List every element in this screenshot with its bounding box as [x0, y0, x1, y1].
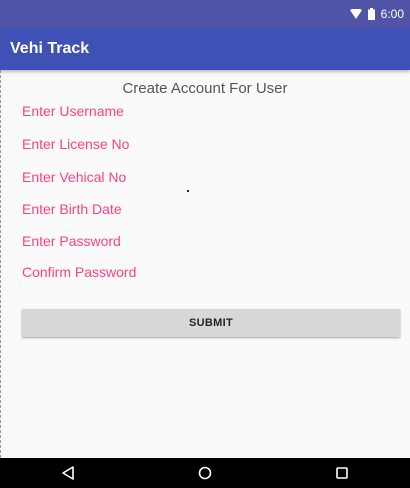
app-screen: 6:00 Vehi Track Create Account For User …: [0, 0, 410, 488]
recents-button[interactable]: [327, 458, 357, 488]
license-number-input[interactable]: [22, 134, 382, 154]
recents-icon: [335, 467, 348, 479]
status-time: 6:00: [380, 7, 404, 21]
navigation-bar: [0, 458, 410, 488]
birth-date-input[interactable]: [22, 199, 382, 219]
app-bar: Vehi Track: [0, 28, 410, 70]
app-title: Vehi Track: [10, 40, 90, 57]
status-bar: 6:00: [0, 0, 410, 28]
battery-icon: [367, 8, 375, 20]
vehicle-number-input[interactable]: [22, 167, 382, 187]
submit-button[interactable]: SUBMIT: [22, 309, 400, 337]
back-button[interactable]: [53, 458, 83, 488]
home-icon: [198, 466, 212, 480]
form-title: Create Account For User: [122, 80, 288, 97]
home-button[interactable]: [190, 458, 220, 488]
wifi-icon: [349, 9, 362, 19]
password-input[interactable]: [22, 231, 382, 251]
username-input[interactable]: [22, 101, 382, 121]
back-icon: [62, 466, 75, 480]
confirm-password-input[interactable]: [22, 262, 382, 282]
stray-dot: [187, 190, 189, 192]
create-account-form: Create Account For User SUBMIT: [0, 70, 410, 458]
